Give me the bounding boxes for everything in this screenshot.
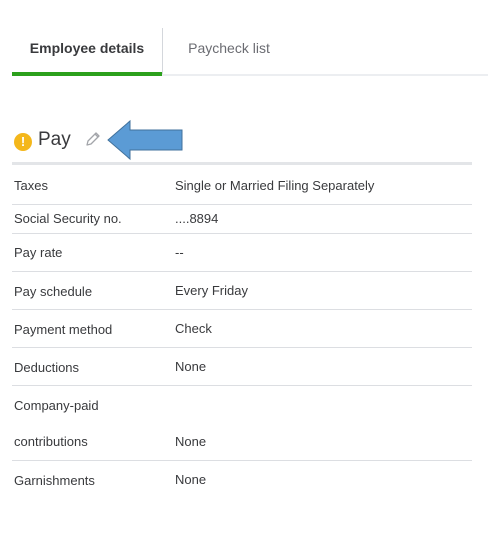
tab-employee-details[interactable]: Employee details [12,28,162,74]
row-value: ....8894 [175,211,219,226]
table-row-deductions: Deductions None [12,348,472,386]
row-label: Payment method [14,322,113,337]
pay-section-header: ! Pay [12,126,472,156]
row-value: Check [175,321,212,336]
section-title: Pay [38,129,71,150]
blue-arrow-icon [107,119,183,161]
row-value: Single or Married Filing Separately [175,178,375,193]
row-label-line-2: contributions [14,434,88,449]
row-value: Every Friday [175,283,248,298]
row-value: -- [175,245,184,260]
section-divider [12,162,472,165]
table-row-pay-schedule: Pay schedule Every Friday [12,272,472,310]
row-label: Pay rate [14,245,63,260]
tab-paycheck-list[interactable]: Paycheck list [164,28,294,74]
table-row-pay-rate: Pay rate -- [12,234,472,272]
table-row-payment-method: Payment method Check [12,310,472,348]
row-label-line-1: Company-paid [14,398,99,413]
row-value: None [175,472,207,487]
table-row-garnishments: Garnishments None [12,461,472,499]
pay-details-table: Taxes Single or Married Filing Separatel… [12,166,472,499]
row-label: Garnishments [14,473,95,488]
table-row-social-security: Social Security no. ....8894 [12,205,472,234]
table-row-taxes: Taxes Single or Married Filing Separatel… [12,166,472,205]
table-row-company-paid-contributions: Company-paid contributions None [12,386,472,461]
warning-icon: ! [14,133,32,151]
row-value: None [175,434,207,449]
active-tab-indicator [12,72,162,76]
row-label: Deductions [14,360,80,375]
row-label: Pay schedule [14,284,93,299]
row-label: Social Security no. [14,211,122,226]
pencil-icon[interactable] [84,130,102,148]
tab-divider [162,28,163,74]
tab-bar: Employee details Paycheck list [12,28,488,78]
row-label: Taxes [14,178,48,193]
row-value: None [175,359,207,374]
